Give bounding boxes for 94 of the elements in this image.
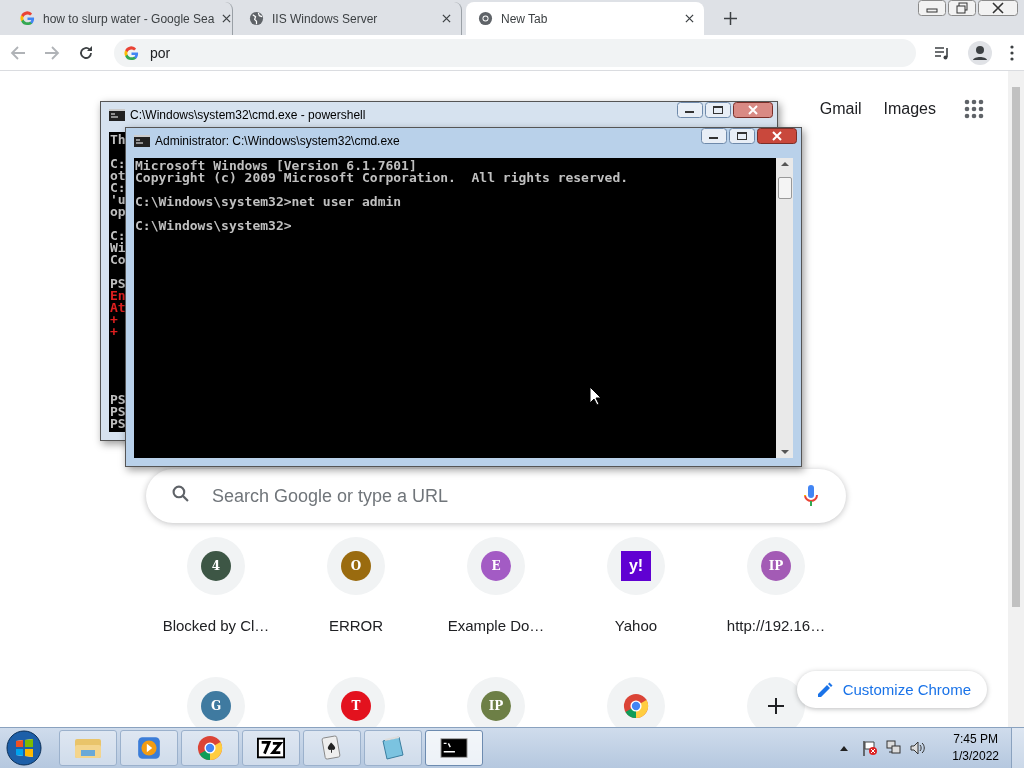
new-tab-icon[interactable] (724, 12, 737, 25)
header-link[interactable]: Images (883, 100, 936, 118)
start-button[interactable] (6, 730, 42, 766)
chrome-icon (478, 11, 493, 26)
search-field[interactable]: Search Google or type a URL (146, 469, 846, 523)
flag-icon[interactable] (862, 740, 879, 756)
console-line: En (110, 290, 126, 302)
console-line: C: (110, 158, 126, 170)
console-line: PS (110, 418, 126, 430)
shortcut-label: Yahoo (614, 617, 658, 634)
shortcut-tile[interactable]: y! (607, 537, 665, 595)
maximize-icon[interactable] (729, 128, 755, 144)
console-line: C: (110, 230, 126, 242)
clock-time: 7:45 PM (953, 731, 998, 748)
shortcut-tile[interactable]: T (327, 677, 385, 727)
browser-tab[interactable]: New Tab (466, 2, 704, 35)
shortcut-tile[interactable]: E (467, 537, 525, 595)
console-icon (134, 135, 150, 147)
google-icon (20, 11, 35, 26)
console-line: + (110, 314, 118, 326)
shortcut-tile[interactable]: IP (467, 677, 525, 727)
window-title: C:\Windows\system32\cmd.exe - powershell (130, 108, 367, 122)
close-icon[interactable] (733, 102, 773, 118)
shortcut-tile[interactable]: G (187, 677, 245, 727)
console-line: At (110, 302, 126, 314)
show-hidden-icons-icon[interactable] (840, 745, 849, 751)
shortcut-tile[interactable] (607, 677, 665, 727)
console-line: 'u (110, 194, 126, 206)
window-title: Administrator: C:\Windows\system32\cmd.exe (155, 134, 401, 148)
customize-chrome-button[interactable]: Customize Chrome (796, 671, 987, 708)
console-line: ot (110, 170, 126, 182)
taskbar-button[interactable] (425, 730, 483, 766)
add-icon (768, 698, 784, 714)
scroll-down-icon[interactable] (780, 449, 789, 455)
console-line: PS (110, 278, 126, 290)
console-line: PS (110, 406, 126, 418)
apps-grid-icon[interactable] (964, 99, 984, 119)
shortcut-label: ERROR (328, 617, 384, 634)
minimize-icon[interactable] (677, 102, 703, 118)
address-bar[interactable]: por (114, 38, 916, 67)
console-icon (109, 109, 125, 121)
console-line: op (110, 206, 126, 218)
shortcut-label: Example Do… (447, 617, 545, 634)
pencil-icon (816, 681, 833, 698)
archive-app-icon (257, 735, 285, 761)
shortcut-tile[interactable]: O (327, 537, 385, 595)
console-line: Co (110, 254, 126, 266)
globe-icon (249, 11, 264, 26)
media-control-icon[interactable] (934, 44, 950, 61)
close-icon[interactable] (222, 14, 232, 23)
reload-icon[interactable] (78, 44, 94, 61)
shortcut-label: Blocked by Cl… (162, 617, 270, 634)
clock-date: 1/3/2022 (952, 748, 999, 765)
scroll-up-icon[interactable] (780, 161, 789, 167)
network-icon[interactable] (886, 740, 903, 756)
microphone-icon[interactable] (804, 485, 818, 507)
console-window[interactable]: Administrator: C:\Windows\system32\cmd.exe Microsoft Windows [Version 6.1.7601] Copyright (c) 2009 Microsoft Corporation. All rights reserved. C:\Windows\system32>net user admin C:\Windows\system32> (125, 127, 802, 467)
search-icon (172, 485, 189, 502)
profile-icon[interactable] (968, 40, 992, 65)
chrome-logo-icon (196, 735, 224, 761)
console-line: C: (110, 182, 126, 194)
shortcut-tile[interactable]: IP (747, 537, 805, 595)
shortcut-label: http://192.16… (726, 617, 826, 634)
restore-icon[interactable] (948, 0, 976, 16)
console-line: Copyright (c) 2009 Microsoft Corporation. All rights reserved. (135, 172, 629, 184)
console-line: Microsoft Windows [Version 6.1.7601] (135, 160, 417, 172)
minimize-icon[interactable] (701, 128, 727, 144)
console-line: C:\Windows\system32>net user admin (135, 196, 402, 208)
close-icon[interactable] (442, 14, 451, 23)
menu-icon[interactable] (1010, 44, 1014, 61)
close-icon[interactable] (978, 0, 1018, 16)
clock[interactable]: 7:45 PM 1/3/2022 (948, 731, 1003, 765)
scrollbar[interactable] (1008, 71, 1024, 727)
volume-icon[interactable] (910, 740, 927, 756)
scrollbar[interactable] (776, 158, 793, 458)
header-link[interactable]: Gmail (819, 100, 862, 118)
close-icon[interactable] (685, 14, 694, 23)
mouse-cursor-icon (589, 386, 601, 406)
shortcut-tile[interactable]: 4 (187, 537, 245, 595)
scroll-thumb[interactable] (1012, 87, 1020, 607)
scroll-thumb[interactable] (777, 177, 792, 199)
console-line: Th (110, 134, 126, 146)
console-line: + (110, 326, 118, 338)
console-icon (440, 735, 468, 761)
notepad-icon (379, 735, 407, 761)
console-line: Wi (110, 242, 126, 254)
close-icon[interactable] (757, 128, 797, 144)
console-line: C:\Windows\system32> (135, 220, 292, 232)
console-line: PS (110, 394, 126, 406)
shortcut-tile[interactable] (747, 677, 805, 727)
maximize-icon[interactable] (705, 102, 731, 118)
media-player-icon (135, 735, 163, 761)
taskbar-button[interactable] (242, 730, 300, 766)
chrome-logo-icon (623, 693, 649, 719)
